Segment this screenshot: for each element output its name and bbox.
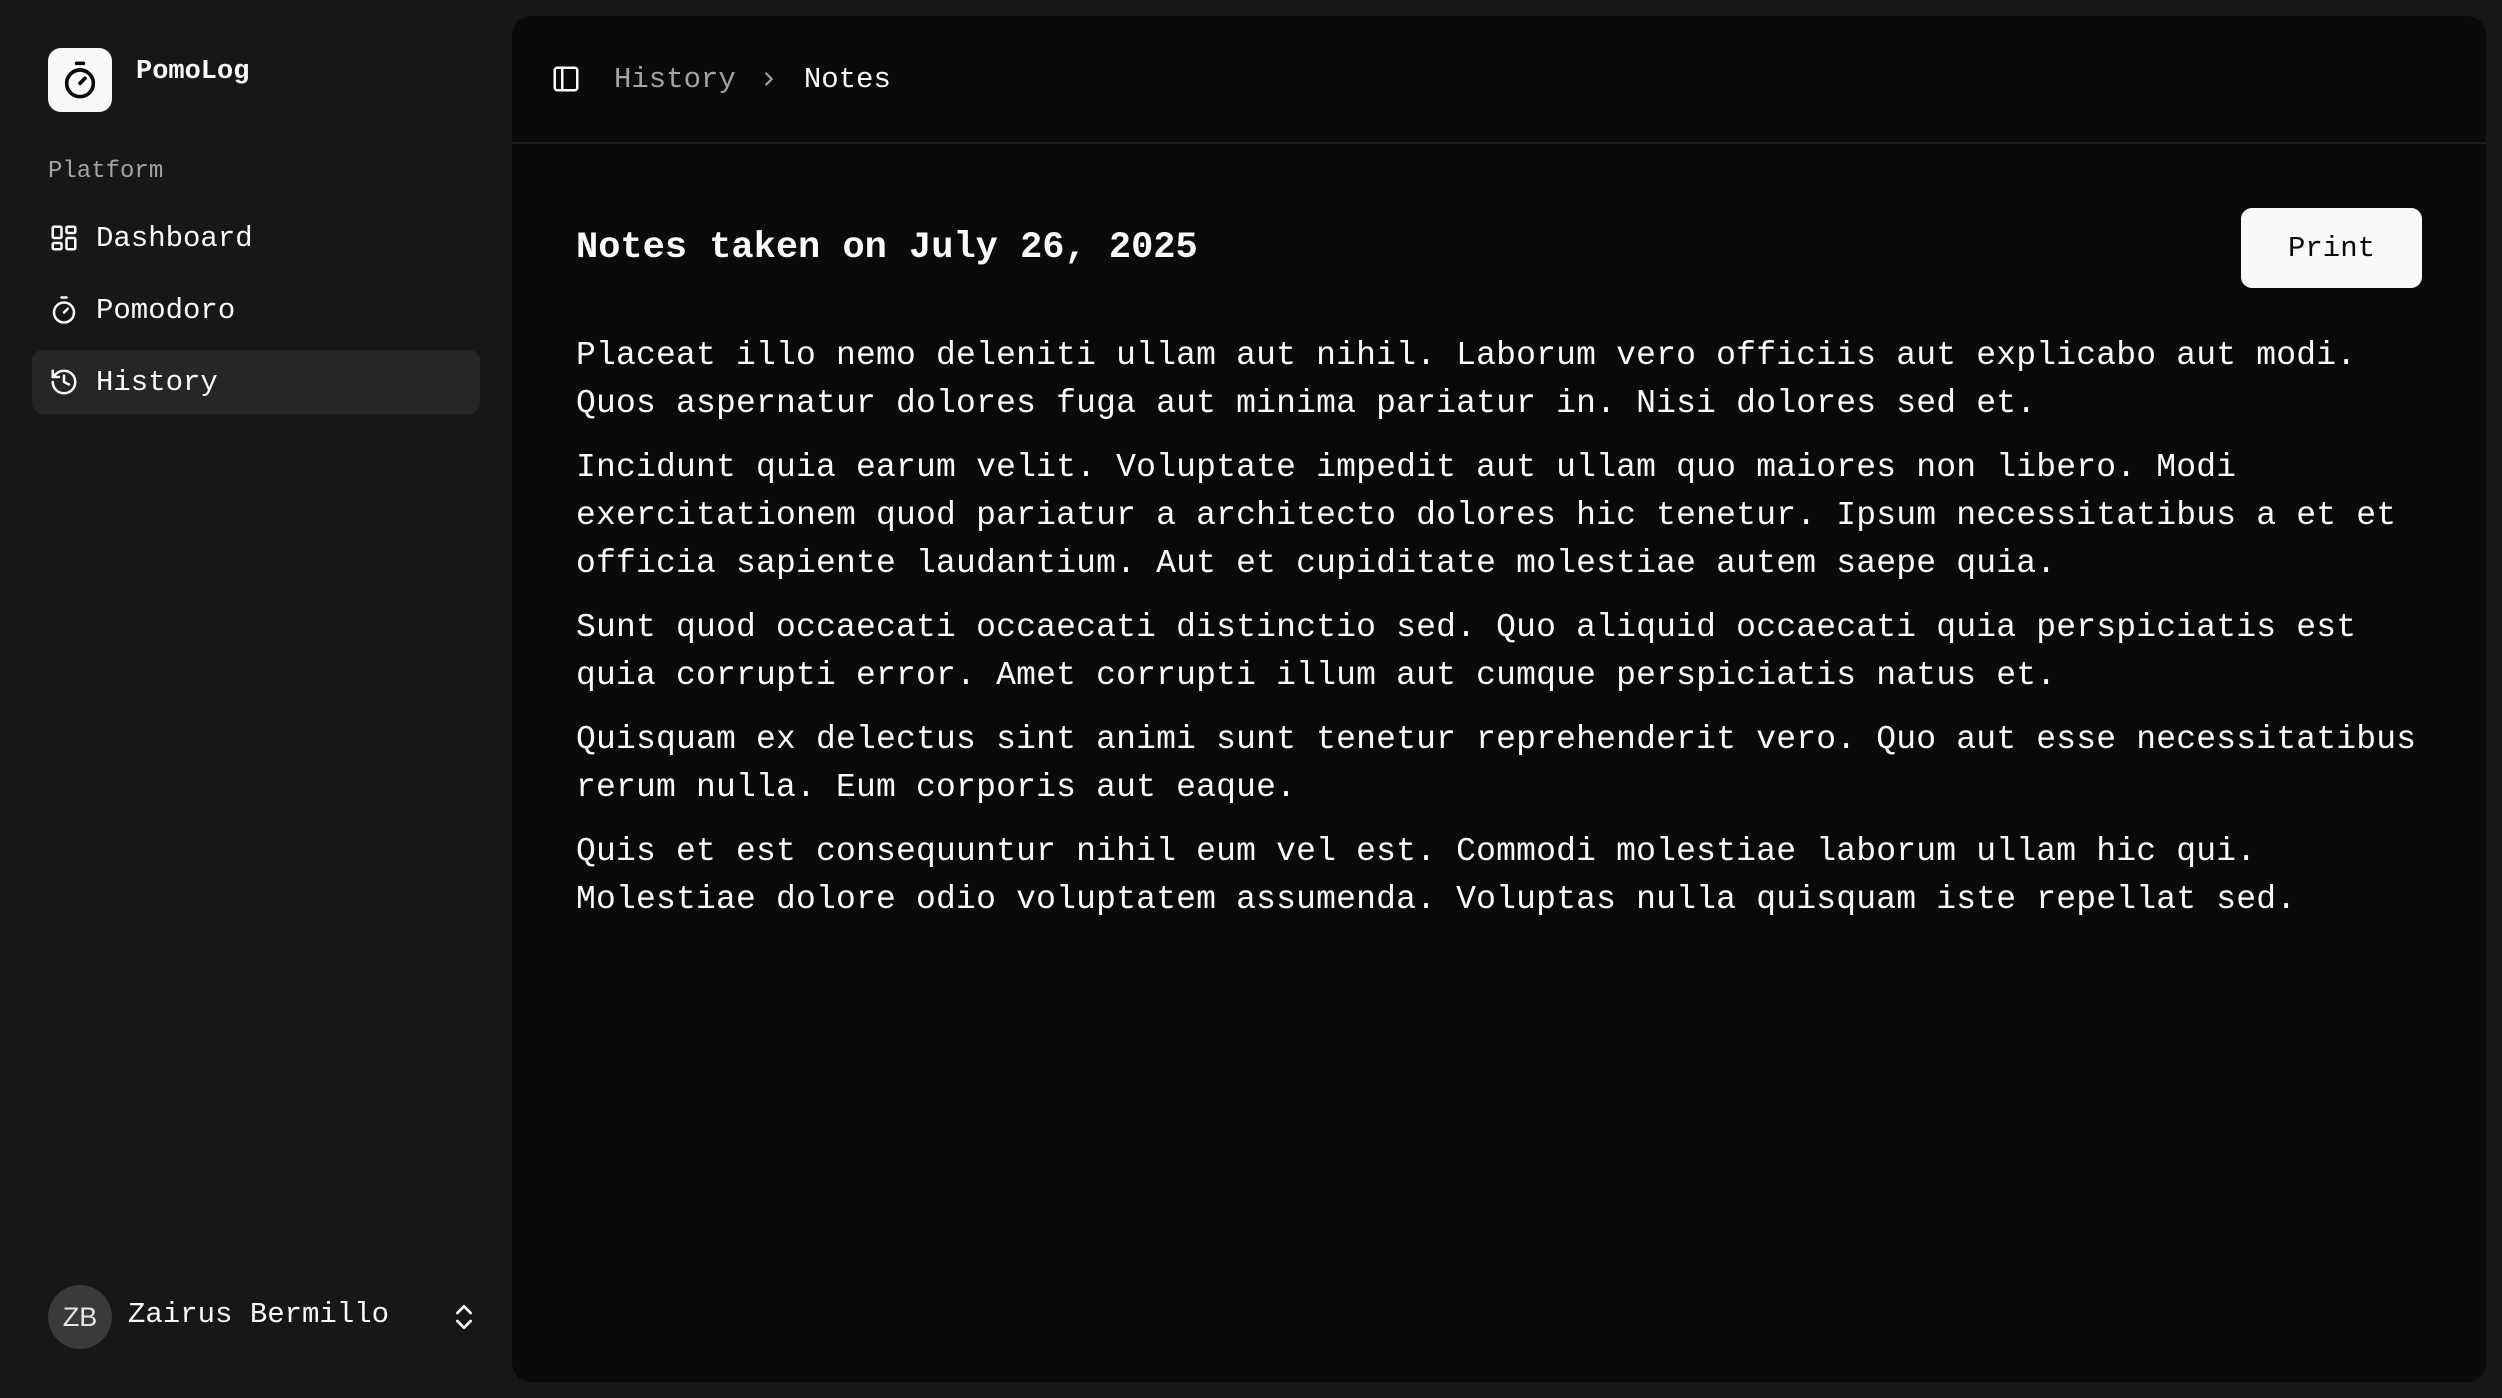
note-paragraph: Quis et est consequuntur nihil eum vel e… xyxy=(576,833,2297,918)
breadcrumb-current: Notes xyxy=(803,62,891,96)
print-button[interactable]: Print xyxy=(2241,208,2422,288)
dashboard-grid-icon xyxy=(48,222,80,254)
breadcrumb: History Notes xyxy=(614,63,891,96)
page-title: Notes taken on July 26, 2025 xyxy=(576,227,1198,269)
note-paragraph: Quisquam ex delectus sint animi sunt ten… xyxy=(576,721,2417,806)
brand[interactable]: PomoLog xyxy=(48,48,249,112)
sidebar-item-label: Dashboard xyxy=(96,221,253,255)
notes-header: Notes taken on July 26, 2025 Print xyxy=(576,208,2422,288)
note-paragraph: Placeat illo nemo deleniti ullam aut nih… xyxy=(576,337,2357,422)
avatar: ZB xyxy=(48,1285,112,1349)
sidebar-item-pomodoro[interactable]: Pomodoro xyxy=(32,278,480,342)
sidebar-item-dashboard[interactable]: Dashboard xyxy=(32,206,480,270)
sidebar-toggle-icon[interactable] xyxy=(548,61,584,97)
notes-body: Placeat illo nemo deleniti ullam aut nih… xyxy=(576,332,2422,924)
sidebar: PomoLog Platform Dashboard Pomodoro Hist… xyxy=(0,0,512,1398)
app-name: PomoLog xyxy=(136,57,250,87)
sidebar-item-label: Pomodoro xyxy=(96,293,236,327)
timer-icon xyxy=(48,294,80,326)
nav-group-label: Platform xyxy=(48,158,164,185)
history-icon xyxy=(48,366,80,398)
topbar: History Notes xyxy=(512,16,2486,144)
note-paragraph: Incidunt quia earum velit. Voluptate imp… xyxy=(576,449,2397,582)
app-root: PomoLog Platform Dashboard Pomodoro Hist… xyxy=(0,0,2502,1398)
stopwatch-logo-icon xyxy=(48,48,112,112)
user-name: Zairus Bermillo xyxy=(128,1297,390,1331)
user-menu[interactable]: ZB Zairus Bermillo xyxy=(48,1284,480,1350)
breadcrumb-history-link[interactable]: History xyxy=(614,63,736,96)
chevrons-up-down-icon xyxy=(448,1301,480,1333)
notes-content: Notes taken on July 26, 2025 Print Place… xyxy=(576,208,2422,940)
sidebar-item-history[interactable]: History xyxy=(32,350,480,414)
sidebar-item-label: History xyxy=(96,365,218,399)
chevron-right-icon xyxy=(758,67,782,91)
main-panel: History Notes Notes taken on July 26, 20… xyxy=(512,16,2486,1382)
note-paragraph: Sunt quod occaecati occaecati distinctio… xyxy=(576,609,2357,694)
sidebar-nav: Dashboard Pomodoro History xyxy=(32,206,480,422)
